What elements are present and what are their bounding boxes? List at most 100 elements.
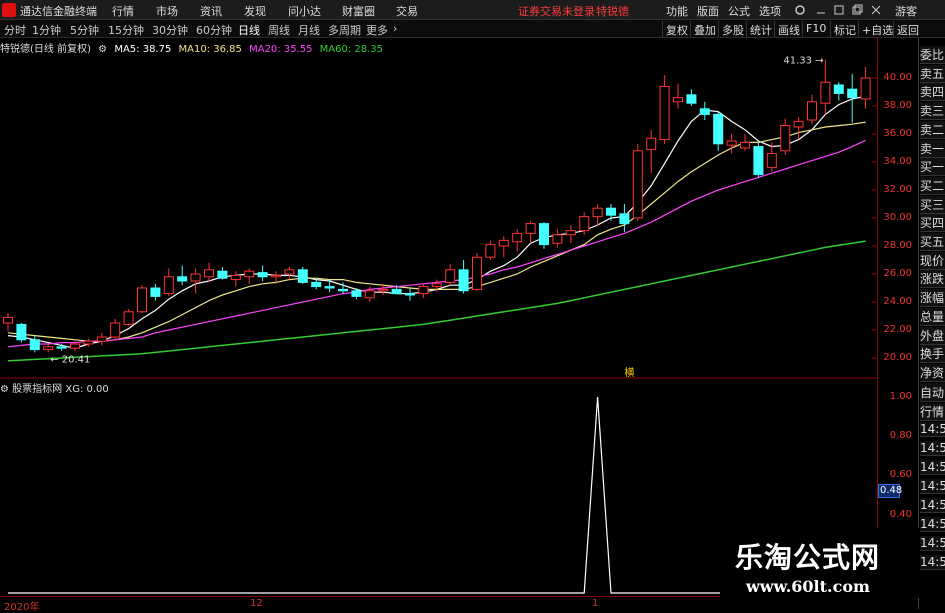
indicator-tick-label: 0.60 (889, 469, 912, 481)
candle-body (793, 120, 804, 128)
menu-item-function[interactable]: 功能 (666, 3, 688, 19)
candle-body (96, 336, 107, 342)
side-panel-item[interactable]: 买三 (920, 195, 945, 214)
maximize-icon[interactable] (833, 4, 845, 16)
menu-item-trade[interactable]: 交易 (396, 3, 418, 19)
period-more-arrow-icon[interactable]: › (393, 22, 397, 35)
period-intraday[interactable]: 分时 (4, 22, 26, 38)
side-panel-item[interactable]: 卖五 (920, 64, 945, 83)
candle-body (472, 256, 482, 290)
settings-icon[interactable] (794, 4, 806, 16)
period-60min[interactable]: 60分钟 (196, 22, 232, 38)
candle-body (833, 84, 844, 94)
restore-icon[interactable] (851, 4, 863, 16)
price-axis: 40.00 38.00 36.00 34.00 32.00 30.00 28.00 26.00… (878, 56, 918, 376)
f10-button[interactable]: F10 (802, 21, 829, 37)
candle-body (699, 108, 710, 115)
candle-body (16, 323, 27, 341)
multi-stock-button[interactable]: 多股 (718, 21, 747, 37)
side-panel-lower-item[interactable]: 自动 (920, 384, 945, 402)
candle-body (780, 125, 791, 152)
minimize-icon[interactable] (815, 4, 827, 16)
indicator-name: 股票指标网 (12, 384, 63, 395)
candle-body (391, 288, 402, 295)
overlay-button[interactable]: 叠加 (690, 21, 719, 37)
indicator-value: XG: 0.00 (65, 384, 109, 395)
add-watchlist-button[interactable]: +自选 (858, 21, 896, 37)
candle-body (539, 223, 549, 246)
period-30min[interactable]: 30分钟 (152, 22, 188, 38)
menu-item-formula[interactable]: 公式 (728, 3, 750, 19)
fuquan-button[interactable]: 复权 (662, 21, 691, 37)
side-panel-item[interactable]: 涨跌 (920, 270, 945, 289)
side-panel-lower-item[interactable]: 行情 (920, 403, 945, 421)
side-panel-item[interactable]: 委比 (920, 46, 945, 64)
candle-body (338, 288, 348, 292)
side-panel-lower-item[interactable]: 14:50 (920, 536, 945, 551)
chart-canvas[interactable]: 41.33 → ← 20.41 横 (0, 38, 878, 596)
side-panel-item[interactable]: 净资 (920, 363, 945, 382)
indicator-gear-icon[interactable]: ⚙ (0, 384, 12, 395)
side-panel-item[interactable]: 买四 (920, 214, 945, 233)
side-panel-lower-item[interactable]: 14:50 (920, 479, 945, 494)
side-panel-item[interactable]: 现价 (920, 251, 945, 270)
login-notice[interactable]: 证券交易未登录 (518, 3, 595, 19)
side-panel-lower-item[interactable]: 14:50 (920, 441, 945, 456)
price-tick-label: 20.00 (883, 352, 912, 363)
guest-label[interactable]: 游客 (895, 3, 917, 19)
side-panel-item[interactable]: 买二 (920, 176, 945, 195)
menu-item-wealth[interactable]: 财富圈 (342, 3, 375, 19)
side-panel-item[interactable]: 卖二 (920, 120, 945, 139)
app-logo-icon (2, 3, 16, 17)
candle-body (405, 293, 415, 296)
side-panel-lower-item[interactable]: 14:50 (920, 498, 945, 513)
draw-line-button[interactable]: 画线 (774, 21, 803, 37)
side-panel-lower-item[interactable]: 14:50 (920, 460, 945, 475)
side-panel-item[interactable]: 买五 (920, 233, 945, 251)
stats-button[interactable]: 统计 (746, 21, 775, 37)
candle-body (686, 94, 697, 104)
side-panel-item[interactable]: 换手 (920, 345, 945, 364)
back-button[interactable]: 返回 (893, 21, 922, 37)
candle-body (860, 77, 871, 100)
side-panel-lower-item[interactable]: 14:50 (920, 422, 945, 437)
menu-item-discover[interactable]: 发现 (244, 3, 266, 19)
stock-link[interactable]: 特锐德 (596, 3, 629, 19)
side-panel-lower-item[interactable]: 14:50 (920, 517, 945, 532)
candle-body (579, 216, 590, 232)
price-tick-label: 24.00 (883, 296, 912, 307)
candle-body (498, 239, 509, 247)
period-more[interactable]: 更多 (366, 22, 388, 38)
app-title: 通达信金融终端 (20, 5, 97, 18)
candle-body (726, 140, 737, 146)
candle-body (83, 340, 94, 345)
mark-button[interactable]: 标记 (830, 21, 859, 37)
date-label: 12 (250, 598, 263, 609)
menu-item-news[interactable]: 资讯 (200, 3, 222, 19)
period-5min[interactable]: 5分钟 (70, 22, 99, 38)
period-weekly[interactable]: 周线 (268, 22, 290, 38)
side-panel-item[interactable]: 总量 (920, 307, 945, 326)
side-panel-lower-item[interactable]: 14:50 (920, 555, 945, 570)
menu-item-layout[interactable]: 版面 (697, 3, 719, 19)
side-panel-item[interactable]: 买一 (920, 158, 945, 177)
menu-item-markets[interactable]: 市场 (156, 3, 178, 19)
side-panel-item[interactable]: 外盘 (920, 326, 945, 345)
side-panel-item[interactable]: 卖四 (920, 83, 945, 102)
period-toolbar: 分时 1分钟 5分钟 15分钟 30分钟 60分钟 日线 周线 月线 多周期 更… (0, 20, 945, 38)
candle-body (244, 270, 255, 278)
menu-item-ask[interactable]: 问小达 (288, 3, 321, 19)
period-multi[interactable]: 多周期 (328, 22, 361, 38)
menu-item-market[interactable]: 行情 (112, 3, 134, 19)
close-icon[interactable] (870, 4, 882, 16)
candle-body (163, 276, 174, 295)
period-15min[interactable]: 15分钟 (108, 22, 144, 38)
menu-item-options[interactable]: 选项 (759, 3, 781, 19)
side-panel-item[interactable]: 涨幅 (920, 289, 945, 308)
period-1min[interactable]: 1分钟 (32, 22, 61, 38)
period-daily[interactable]: 日线 (238, 22, 260, 38)
side-panel-item[interactable]: 卖一 (920, 139, 945, 158)
candle-body (525, 223, 536, 234)
side-panel-item[interactable]: 卖三 (920, 102, 945, 121)
period-monthly[interactable]: 月线 (298, 22, 320, 38)
